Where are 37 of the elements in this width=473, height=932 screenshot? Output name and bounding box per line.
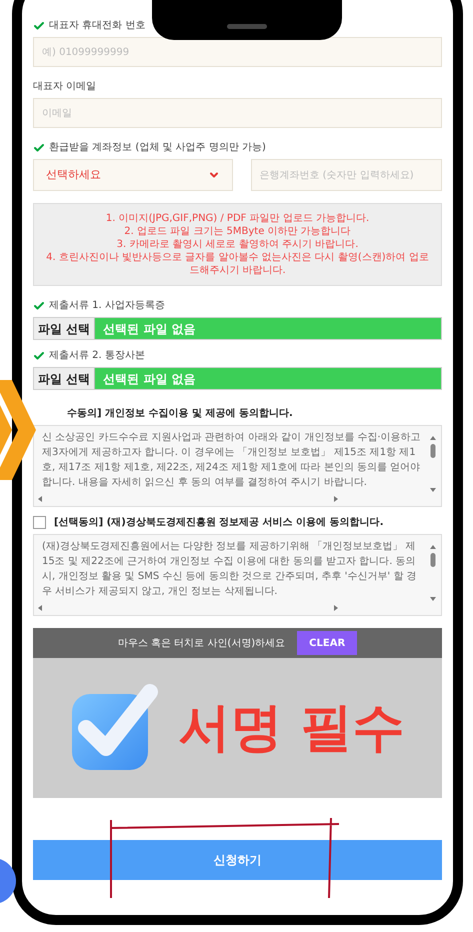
consent-textarea[interactable]: 신 소상공인 카드수수료 지원사업과 관련하여 아래와 같이 개인정보를 수집·이용하고 제3자에게 제공하고자 합니다. 이 경우에는 「개인정보 보호법」 제15조 제1항 제1호, 제17조 제1항 제1호, 제22조, 제24조 제1항 제1호에 따라 본인의 동의를 얻어야 합니다. 내용을 자세히 읽으신 후 동의 여부를 결정하여 주시기 바랍니다. <box>33 425 442 507</box>
vertical-scrollbar[interactable] <box>429 434 437 494</box>
file-field[interactable]: 파일 선택 선택된 파일 없음 <box>33 367 442 390</box>
signature-required-text: 서명 필수 <box>178 697 405 760</box>
file-status: 선택된 파일 없음 <box>102 370 197 388</box>
horizontal-scrollbar[interactable] <box>38 605 338 611</box>
speaker-icon <box>227 24 267 28</box>
vertical-scrollbar[interactable] <box>429 543 437 603</box>
file-field[interactable]: 파일 선택 선택된 파일 없음 <box>33 317 442 340</box>
consent-text: 신 소상공인 카드수수료 지원사업과 관련하여 아래와 같이 개인정보를 수집·이용하고 제3자에게 제공하고자 합니다. 이 경우에는 「개인정보 보호법」 제15조 제1항 제1호, 제17조 제1항 제1호, 제22조, 제24조 제1항 제1호에 따라 본인의 동의를 얻어야 합니다. 내용을 자세히 읽으신 후 동의 여부를 결정하여 주시기 바랍니다. <box>42 431 421 490</box>
notice-line: 3. 카메라로 촬영시 세로로 촬영하여 주시기 바랍니다. <box>116 238 358 251</box>
file-status: 선택된 파일 없음 <box>102 320 197 338</box>
account-number-field[interactable]: 은행계좌번호 (숫자만 입력하세요) <box>250 159 442 191</box>
consent-checkbox[interactable] <box>33 516 46 529</box>
text-field[interactable]: 이메일 <box>33 98 442 128</box>
consent-title: [선택동의] (재)경상북도경제진흥원 정보제공 서비스 이용에 동의합니다. <box>54 516 384 530</box>
notice-line: 2. 업로드 파일 크기는 5MByte 이하만 가능합니다 <box>124 225 351 238</box>
field-label: 대표자 휴대전화 번호 <box>49 19 146 33</box>
consent-textarea[interactable]: (재)경상북도경제진흥원에서는 다양한 정보를 제공하기위해 「개인정보보호법」 제15조 및 제22조에 근거하여 개인정보 수집 이용에 대한 동의를 받고자 합니다. 동의 시, 개인정보 활용 및 SMS 수신 등에 동의한 것으로 간주되며, 추후 '수신거부' 할 경우 서비스가 제공되지 않고, 개인 정보는 삭제됩니다. <box>33 534 442 616</box>
field-label: 환급받을 계좌정보 (업체 및 사업주 명의만 가능) <box>49 141 266 155</box>
consent-text: (재)경상북도경제진흥원에서는 다양한 정보를 제공하기위해 「개인정보보호법」 제15조 및 제22조에 근거하여 개인정보 수집 이용에 대한 동의를 받고자 합니다. 동의 시, 개인정보 활용 및 SMS 수신 등에 동의한 것으로 간주되며, 추후 '수신거부' 할 경우 서비스가 제공되지 않고, 개인 정보는 삭제됩니다. <box>42 540 418 599</box>
checkbox-icon <box>70 684 158 772</box>
chevron-arrows-icon <box>0 380 36 480</box>
notice-line: 4. 흐린사진이나 빛반사등으로 글자를 알아볼수 없는사진은 다시 촬영(스캔)하여 업로드해주시기 바랍니다. <box>45 251 430 277</box>
bank-select[interactable]: 선택하세요 <box>33 159 232 191</box>
horizontal-scrollbar[interactable] <box>38 496 338 502</box>
field-label: 제출서류 1. 사업자등록증 <box>49 299 165 313</box>
notice-line: 1. 이미지(JPG,GIF,PNG) / PDF 파일만 업로드 가능합니다. <box>106 212 370 225</box>
choose-file-button[interactable]: 파일 선택 <box>34 368 96 389</box>
field-label: 대표자 이메일 <box>33 80 96 94</box>
text-field[interactable]: 예) 01099999999 <box>33 37 442 67</box>
signature-prompt: 마우스 혹은 터치로 사인(서명)하세요 <box>118 636 286 650</box>
consent-title: 수동의] 개인정보 수집이용 및 제공에 동의합니다. <box>67 407 293 421</box>
choose-file-button[interactable]: 파일 선택 <box>34 318 96 339</box>
clear-button[interactable]: CLEAR <box>297 631 358 655</box>
submit-button[interactable]: 신청하기 <box>33 840 442 880</box>
field-label: 제출서류 2. 통장사본 <box>49 349 145 363</box>
